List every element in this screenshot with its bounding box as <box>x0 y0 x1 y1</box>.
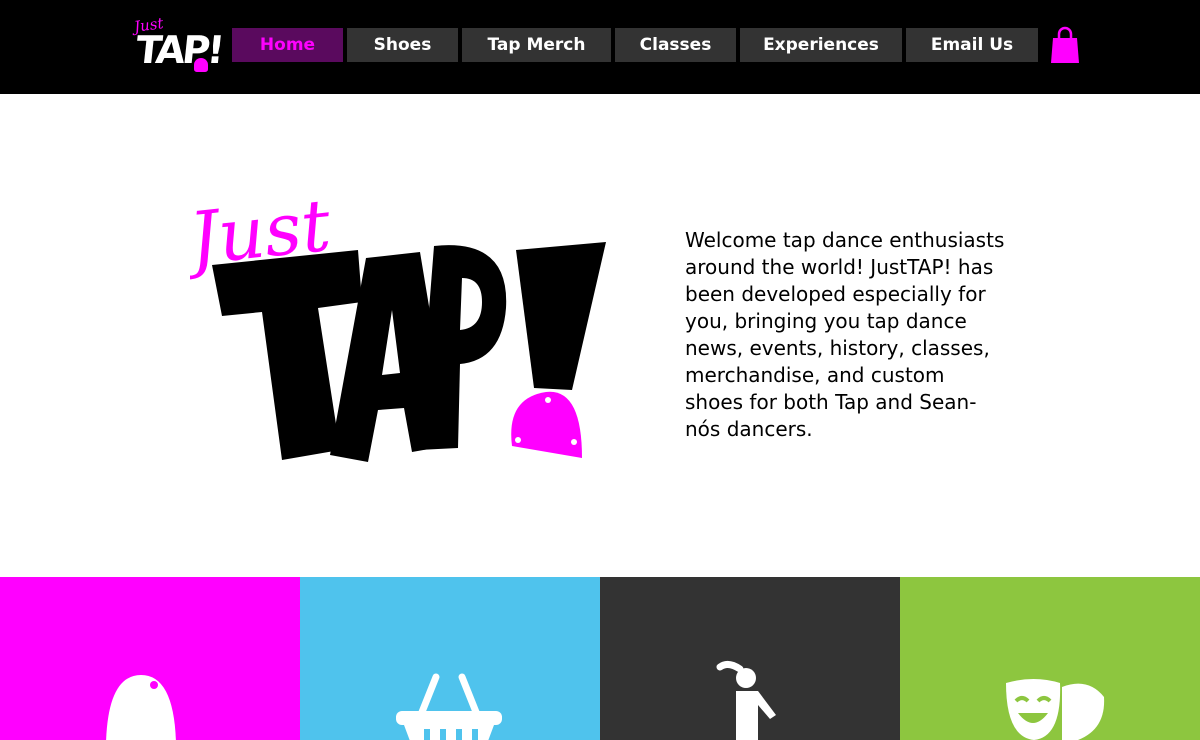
shopping-basket-icon <box>396 673 502 740</box>
nav-classes[interactable]: Classes <box>615 28 736 62</box>
dancer-icon <box>716 660 776 740</box>
tile-shoes[interactable] <box>0 577 300 740</box>
nav-tap-merch[interactable]: Tap Merch <box>462 28 611 62</box>
hero-logo-tap <box>212 242 606 462</box>
header-logo[interactable]: Just TAP! <box>132 14 224 74</box>
tap-plate-icon <box>194 58 208 72</box>
tap-plate-icon <box>106 675 176 740</box>
site-header: Just TAP! Home Shoes Tap Merch Classes E… <box>0 0 1200 94</box>
nav-experiences[interactable]: Experiences <box>740 28 902 62</box>
welcome-text: Welcome tap dance enthusiasts around the… <box>685 228 1005 441</box>
nav-email-us[interactable]: Email Us <box>906 28 1038 62</box>
tile-merch[interactable] <box>300 577 600 740</box>
category-tiles <box>0 577 1200 740</box>
hero-logo: Just <box>190 183 606 462</box>
nav-shoes[interactable]: Shoes <box>347 28 458 62</box>
tile-experiences[interactable] <box>900 577 1200 740</box>
nav-home[interactable]: Home <box>232 28 343 62</box>
theater-masks-icon <box>1006 679 1105 740</box>
main-nav: Home Shoes Tap Merch Classes Experiences… <box>232 28 1038 62</box>
shopping-bag-icon[interactable] <box>1050 26 1080 64</box>
tile-classes[interactable] <box>600 577 900 740</box>
logo-tap-text: TAP! <box>133 28 224 72</box>
